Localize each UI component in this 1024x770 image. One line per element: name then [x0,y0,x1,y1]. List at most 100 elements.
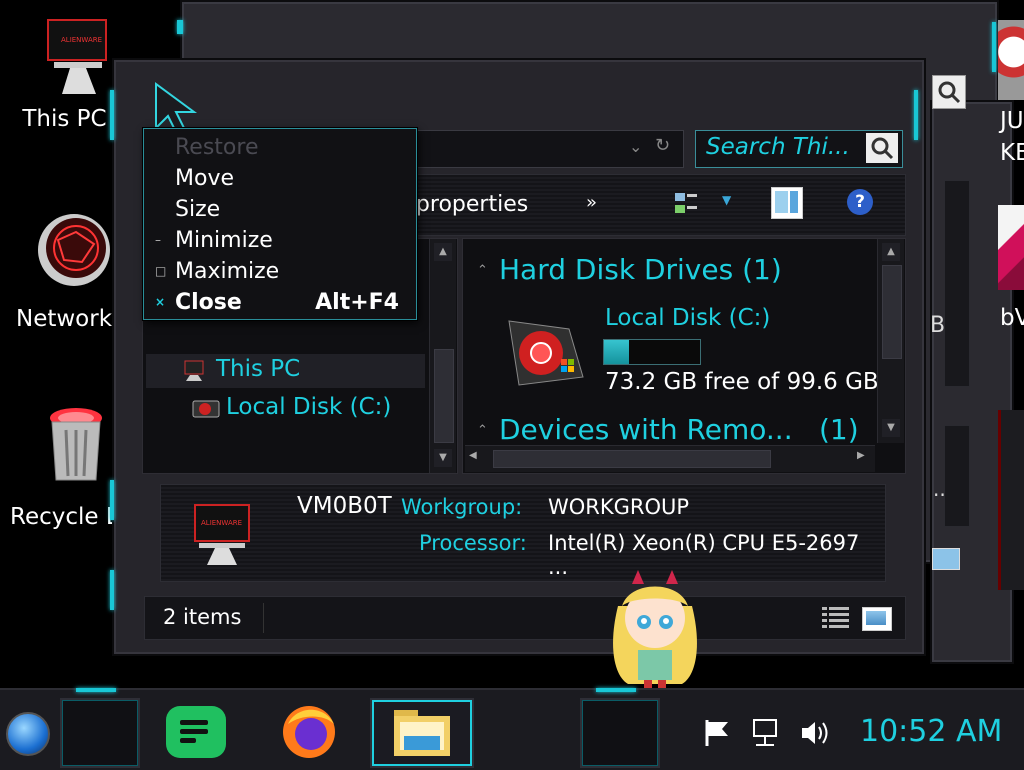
drive-name[interactable]: Local Disk (C:) [605,305,770,331]
menu-item-size[interactable]: Size [144,194,416,225]
desktop-icon-partial[interactable] [998,205,1024,290]
menu-item-restore[interactable]: Restore [144,132,416,163]
frame-accent [110,570,114,610]
content-scrollbar-horizontal[interactable]: ◀ ▶ [465,445,875,472]
taskbar: 10:52 AM [0,688,1024,770]
desktop-label-partial: JU [1000,108,1024,134]
character-sticker [598,566,712,696]
menu-item-label: Move [175,166,234,191]
taskbar-file-explorer-active[interactable] [370,698,474,768]
refresh-icon[interactable]: ↻ [655,135,670,156]
scroll-thumb[interactable] [493,450,771,468]
disk-usage-bar [603,339,701,365]
menu-item-label: Close [175,290,242,315]
preview-pane-icon[interactable] [771,187,803,219]
desktop-widget-partial [998,410,1024,590]
computer-icon: ALIENWARE [189,499,255,569]
menu-item-label: Maximize [175,259,280,284]
firefox-icon[interactable] [280,702,338,760]
menu-item-label: Minimize [175,228,273,253]
disk-drive-icon [192,398,220,420]
workgroup-label: Workgroup: [401,495,523,519]
nav-item-this-pc[interactable]: This PC [146,354,425,388]
hard-drive-icon [503,313,587,389]
menu-item-move[interactable]: Move [144,163,416,194]
group-header-devices-count: (1) [819,413,859,446]
search-icon[interactable] [866,133,898,163]
scroll-right-arrow[interactable]: ▶ [857,450,865,461]
desktop-label-partial: bV [1000,305,1024,331]
status-bar: 2 items [144,596,906,640]
menu-item-maximize[interactable]: □ Maximize [144,256,416,287]
bg-size-text: B [930,313,946,338]
scroll-left-arrow[interactable]: ◀ [469,450,477,461]
close-icon: × [155,295,166,309]
menu-item-label: Size [175,197,221,222]
nav-item-local-disk[interactable]: Local Disk (C:) [146,392,425,426]
svg-text:ALIENWARE: ALIENWARE [61,36,102,44]
menu-item-label: Restore [175,135,259,160]
more-commands-button[interactable]: » [586,192,597,213]
group-header-hard-disk[interactable]: Hard Disk Drives (1) [499,253,782,286]
desktop-icon-label: Network [16,306,112,332]
taskbar-slot-empty[interactable] [60,688,140,768]
change-view-icon[interactable] [673,191,699,217]
content-scrollbar-vertical[interactable]: ▲ ▼ [877,239,904,443]
volume-icon[interactable] [800,718,832,748]
content-pane: ⌃ Hard Disk Drives (1) Local Disk (C:) 7… [462,238,906,474]
details-view-icon[interactable] [821,605,851,631]
address-bar[interactable]: ⌄ ↻ [414,130,684,168]
help-icon[interactable]: ? [847,189,873,215]
scroll-down-arrow[interactable]: ▼ [882,419,900,437]
workgroup-value: WORKGROUP [548,495,690,519]
nav-scrollbar[interactable]: ▲ ▼ [429,239,456,473]
collapse-group-icon[interactable]: ⌃ [477,423,488,438]
taskbar-slot-empty[interactable] [580,688,660,768]
frame-accent [596,688,636,692]
scroll-thumb[interactable] [434,349,454,443]
group-header-devices[interactable]: Devices with Remo... [499,413,793,446]
status-divider [263,603,264,633]
computer-name: VM0B0T [297,493,392,519]
scroll-up-arrow[interactable]: ▲ [882,243,900,261]
large-icons-view-icon[interactable] [862,607,892,631]
svg-text:ALIENWARE: ALIENWARE [201,519,242,527]
action-center-flag-icon[interactable] [702,718,732,748]
computer-icon [182,359,208,383]
search-box[interactable]: Search Thi... [695,130,903,168]
scroll-down-arrow[interactable]: ▼ [434,449,452,467]
frame-accent [110,480,114,520]
frame-accent [76,688,116,692]
menu-item-minimize[interactable]: – Minimize [144,225,416,256]
scroll-up-arrow[interactable]: ▲ [434,243,452,261]
nav-label-local-disk: Local Disk (C:) [226,394,392,420]
bg-scrollbar[interactable] [944,180,970,387]
document-app-icon[interactable] [166,706,226,758]
menu-item-shortcut: Alt+F4 [315,290,399,315]
bg-thumbnail-icon [932,548,960,570]
collapse-group-icon[interactable]: ⌃ [477,263,488,278]
drive-free-space: 73.2 GB free of 99.6 GB [605,369,879,395]
scroll-thumb[interactable] [882,265,902,359]
frame-accent [110,90,114,140]
desktop-icon-label: This PC [22,106,107,132]
maximize-icon: □ [155,264,167,278]
frame-accent [177,20,183,34]
network-icon[interactable] [750,718,782,748]
menu-item-close[interactable]: × Close Alt+F4 [144,287,416,318]
minimize-icon: – [155,233,161,247]
start-button[interactable] [6,712,50,756]
folder-icon [394,710,450,756]
desktop-icon-partial[interactable] [998,20,1024,100]
taskbar-clock[interactable]: 10:52 AM [860,714,1002,749]
processor-label: Processor: [419,531,527,555]
bg-scrollbar[interactable] [944,425,970,527]
chevron-down-icon[interactable]: ⌄ [629,137,642,156]
frame-accent [992,22,996,72]
view-dropdown-icon[interactable]: ▼ [722,193,731,207]
desktop-label-partial: KE [1000,140,1024,166]
item-count: 2 items [163,605,242,629]
search-input[interactable]: Search Thi... [706,134,850,160]
nav-label-this-pc: This PC [216,356,301,382]
details-pane: ALIENWARE VM0B0T Workgroup: WORKGROUP Pr… [160,484,886,582]
